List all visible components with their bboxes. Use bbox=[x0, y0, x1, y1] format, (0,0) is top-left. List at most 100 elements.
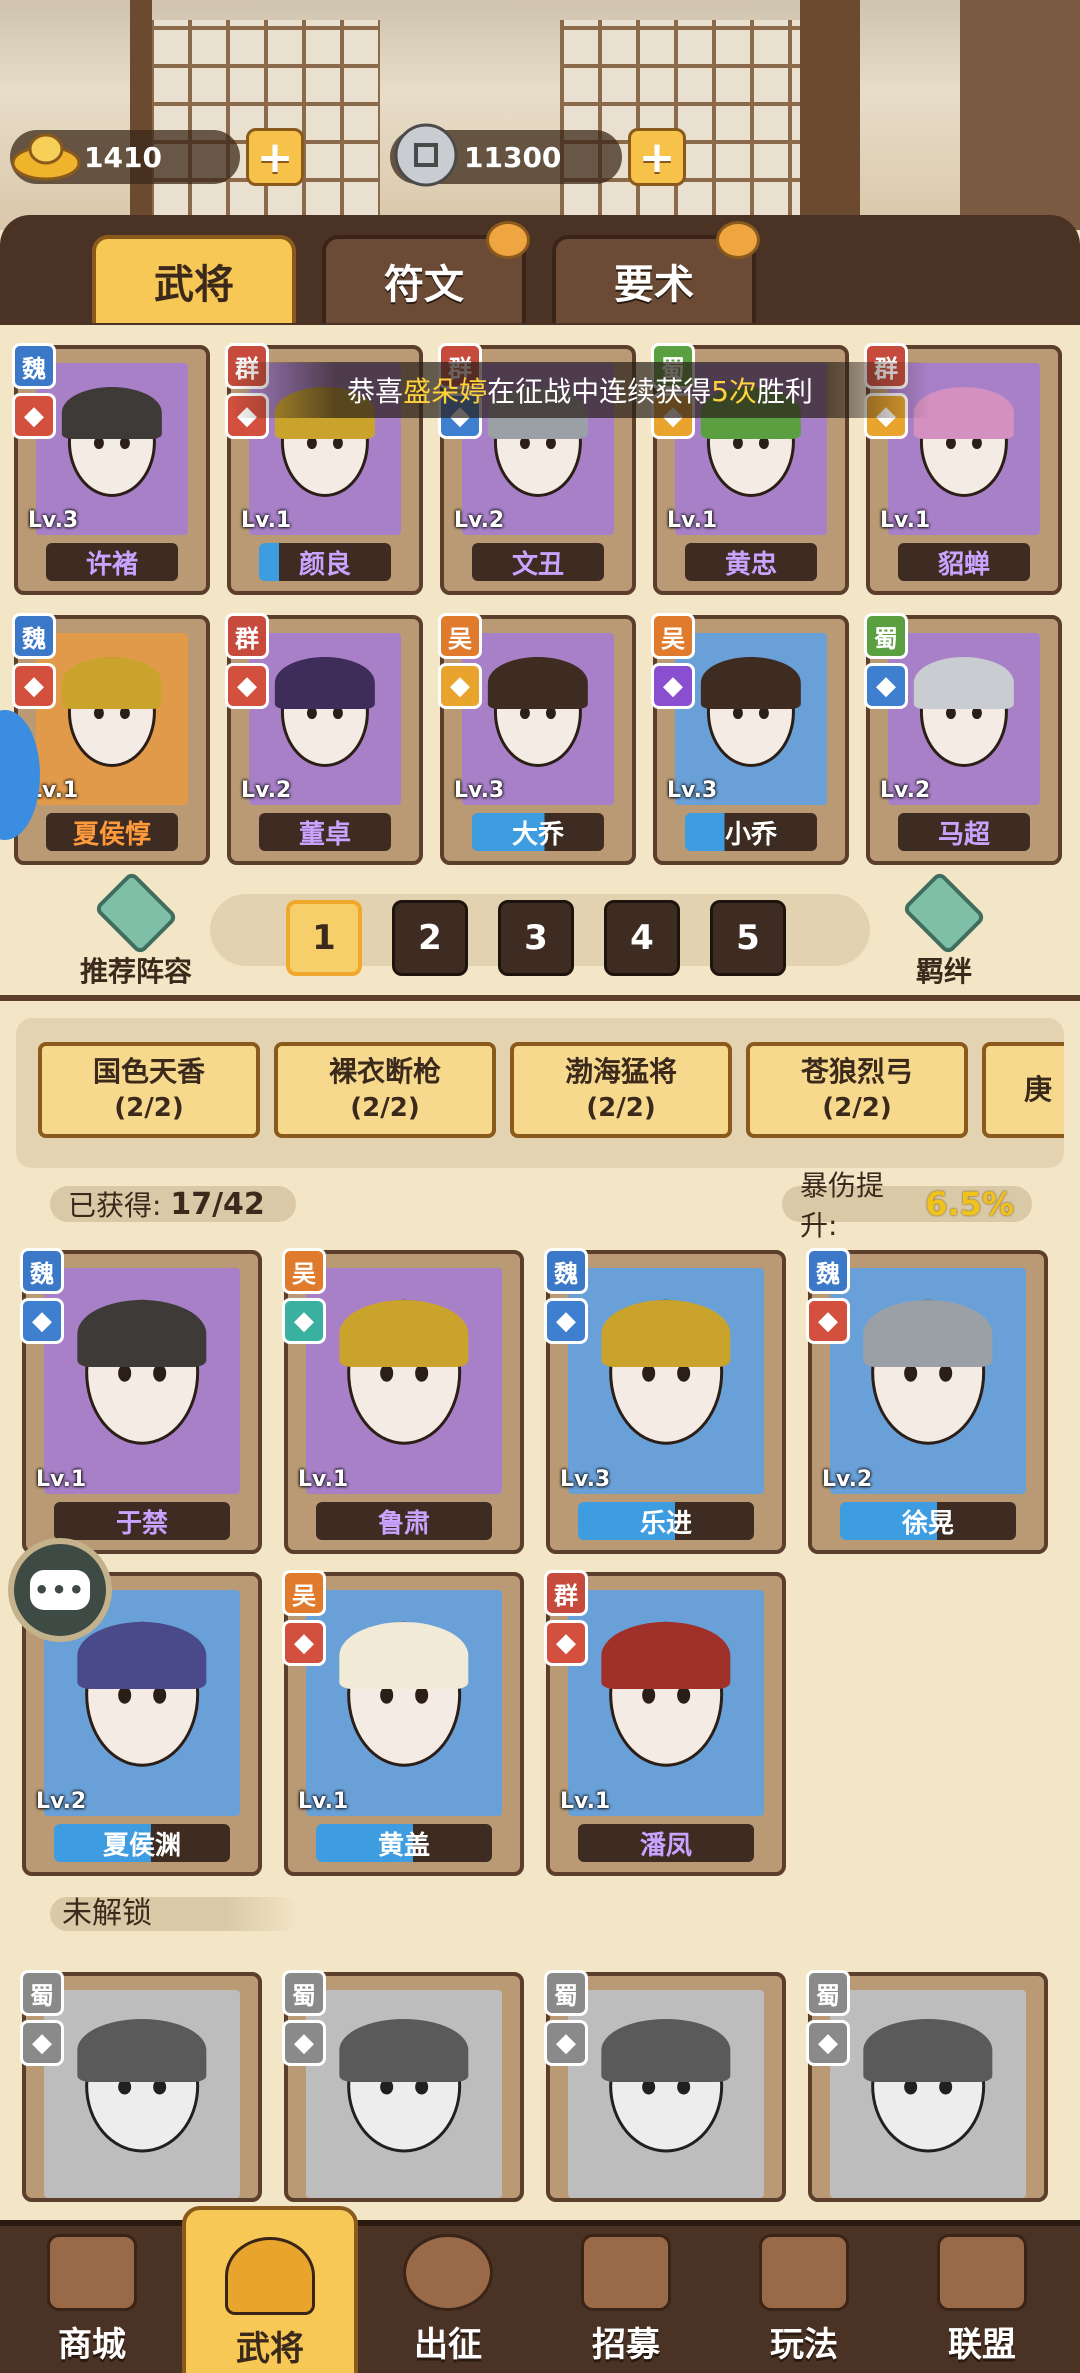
hero-name: 鲁肃 bbox=[316, 1502, 492, 1540]
bond-card[interactable]: 裸衣断枪 (2/2) bbox=[274, 1042, 496, 1138]
bond-button[interactable]: 羁绊 bbox=[874, 870, 1014, 990]
hero-card[interactable]: 魏 ◆ Lv.2 徐晃 bbox=[806, 1248, 1048, 1554]
faction-badge: 蜀 bbox=[282, 1970, 326, 2016]
formation-slot-2[interactable]: 2 bbox=[392, 900, 468, 976]
helmet-icon bbox=[77, 2019, 207, 2082]
obtained-count: 已获得: 17/42 bbox=[50, 1186, 296, 1222]
hero-portrait bbox=[44, 1268, 240, 1494]
hero-level: Lv.3 bbox=[28, 508, 79, 533]
helmet-icon bbox=[61, 657, 163, 709]
nav-alliance[interactable]: 联盟 bbox=[894, 2234, 1070, 2373]
helmet-icon bbox=[487, 657, 589, 709]
bonds-panel: 国色天香 (2/2) 裸衣断枪 (2/2) 渤海猛将 (2/2) 苍狼烈弓 (2/2) … bbox=[16, 1018, 1064, 1168]
new-badge-icon bbox=[486, 221, 530, 259]
faction-badge: 吴 bbox=[438, 613, 482, 659]
chat-button[interactable]: ••• bbox=[8, 1538, 112, 1642]
heart-icon bbox=[901, 870, 987, 956]
bond-card[interactable]: 庚 bbox=[982, 1042, 1064, 1138]
copper-coin-icon bbox=[390, 122, 462, 188]
tab-runes[interactable]: 符文 bbox=[322, 221, 530, 323]
divider bbox=[0, 995, 1080, 1001]
weapon-type-icon: ◆ bbox=[544, 2020, 588, 2066]
formation-slot-3[interactable]: 3 bbox=[498, 900, 574, 976]
hero-card[interactable]: 吴 ◆ Lv.1 鲁肃 bbox=[282, 1248, 524, 1554]
hero-level: Lv.1 bbox=[36, 1467, 87, 1492]
helmet-icon bbox=[225, 2237, 315, 2315]
hero-card[interactable]: 魏 ◆ Lv.1 于禁 bbox=[20, 1248, 262, 1554]
tab-generals[interactable]: 武将 bbox=[92, 235, 296, 323]
faction-badge: 蜀 bbox=[806, 1970, 850, 2016]
helmet-icon bbox=[274, 657, 376, 709]
add-gold-button[interactable]: + bbox=[246, 128, 304, 186]
bond-card[interactable]: 渤海猛将 (2/2) bbox=[510, 1042, 732, 1138]
faction-badge: 蜀 bbox=[544, 1970, 588, 2016]
hero-portrait bbox=[306, 1990, 502, 2198]
formation-slot-5[interactable]: 5 bbox=[710, 900, 786, 976]
nav-gameplay[interactable]: 玩法 bbox=[716, 2234, 892, 2373]
recommend-lineup-button[interactable]: 推荐阵容 bbox=[66, 870, 206, 990]
hero-name: 夏侯渊 bbox=[54, 1824, 230, 1862]
weapon-type-icon: ◆ bbox=[806, 1298, 850, 1344]
hero-name: 黄忠 bbox=[685, 543, 817, 581]
hero-card[interactable]: 蜀 ◆ bbox=[544, 1970, 786, 2202]
nav-generals[interactable]: 武将 bbox=[182, 2206, 358, 2373]
hero-name: 夏侯惇 bbox=[46, 813, 178, 851]
nav-recruit[interactable]: 招募 bbox=[538, 2234, 714, 2373]
weapon-type-icon: ◆ bbox=[651, 663, 695, 709]
formation-row: 推荐阵容 1 2 3 4 5 羁绊 bbox=[0, 870, 1080, 1000]
alliance-icon bbox=[937, 2234, 1027, 2311]
hero-level: Lv.3 bbox=[667, 778, 718, 803]
helmet-icon bbox=[863, 2019, 993, 2082]
formation-slot-4[interactable]: 4 bbox=[604, 900, 680, 976]
hero-card[interactable]: 魏 ◆ Lv.1 夏侯惇 bbox=[12, 613, 210, 865]
bond-card[interactable]: 国色天香 (2/2) bbox=[38, 1042, 260, 1138]
hero-name: 貂蝉 bbox=[898, 543, 1030, 581]
hero-portrait bbox=[568, 1268, 764, 1494]
hero-portrait bbox=[830, 1268, 1026, 1494]
hero-card[interactable]: 蜀 ◆ bbox=[806, 1970, 1048, 2202]
helmet-icon bbox=[77, 1621, 207, 1690]
hero-card[interactable]: 蜀 ◆ bbox=[20, 1970, 262, 2202]
hero-card[interactable]: 蜀 ◆ Lv.2 马超 bbox=[864, 613, 1062, 865]
recruit-icon bbox=[581, 2234, 671, 2311]
hero-card[interactable]: 群 ◆ Lv.1 潘凤 bbox=[544, 1570, 786, 1876]
weapon-type-icon: ◆ bbox=[806, 2020, 850, 2066]
top-banner bbox=[0, 0, 1080, 230]
crit-bonus: 暴伤提升: 6.5% bbox=[782, 1169, 1032, 1242]
hero-card[interactable]: 魏 ◆ Lv.3 乐进 bbox=[544, 1248, 786, 1554]
hero-card[interactable]: 蜀 ◆ bbox=[282, 1970, 524, 2202]
helmet-icon bbox=[863, 1299, 993, 1368]
formation-slot-1[interactable]: 1 bbox=[286, 900, 362, 976]
hero-card[interactable]: 吴 ◆ Lv.1 黄盖 bbox=[282, 1570, 524, 1876]
hero-portrait bbox=[568, 1990, 764, 2198]
faction-badge: 魏 bbox=[806, 1248, 850, 1294]
weapon-type-icon: ◆ bbox=[282, 2020, 326, 2066]
weapon-type-icon: ◆ bbox=[12, 663, 56, 709]
nav-battle[interactable]: 出征 bbox=[360, 2234, 536, 2373]
helmet-icon bbox=[339, 1299, 469, 1368]
nav-shop[interactable]: 商城 bbox=[4, 2234, 180, 2373]
faction-badge: 吴 bbox=[282, 1248, 326, 1294]
weapon-type-icon: ◆ bbox=[544, 1620, 588, 1666]
hero-portrait bbox=[830, 1990, 1026, 2198]
hero-name: 马超 bbox=[898, 813, 1030, 851]
hero-card[interactable]: 群 ◆ Lv.2 董卓 bbox=[225, 613, 423, 865]
weapon-type-icon: ◆ bbox=[544, 1298, 588, 1344]
hero-card[interactable]: 吴 ◆ Lv.3 小乔 bbox=[651, 613, 849, 865]
gold-currency: 1410 + bbox=[10, 128, 304, 186]
hero-portrait bbox=[306, 1268, 502, 1494]
hero-level: Lv.1 bbox=[560, 1789, 611, 1814]
hero-name: 颜良 bbox=[259, 543, 391, 581]
bond-card[interactable]: 苍狼烈弓 (2/2) bbox=[746, 1042, 968, 1138]
gameplay-icon bbox=[759, 2234, 849, 2311]
hero-card[interactable]: 魏 ◆ Lv.3 许褚 bbox=[12, 343, 210, 595]
hero-card[interactable]: 吴 ◆ Lv.3 大乔 bbox=[438, 613, 636, 865]
hero-name: 小乔 bbox=[685, 813, 817, 851]
weapon-type-icon: ◆ bbox=[438, 663, 482, 709]
formation-slots: 1 2 3 4 5 bbox=[210, 894, 870, 976]
tab-arts[interactable]: 要术 bbox=[552, 221, 760, 323]
bottom-nav: 商城 武将 出征 招募 玩法 联盟 bbox=[0, 2206, 1080, 2373]
helmet-icon bbox=[601, 1299, 731, 1368]
add-coin-button[interactable]: + bbox=[628, 128, 686, 186]
helmet-icon bbox=[913, 657, 1015, 709]
